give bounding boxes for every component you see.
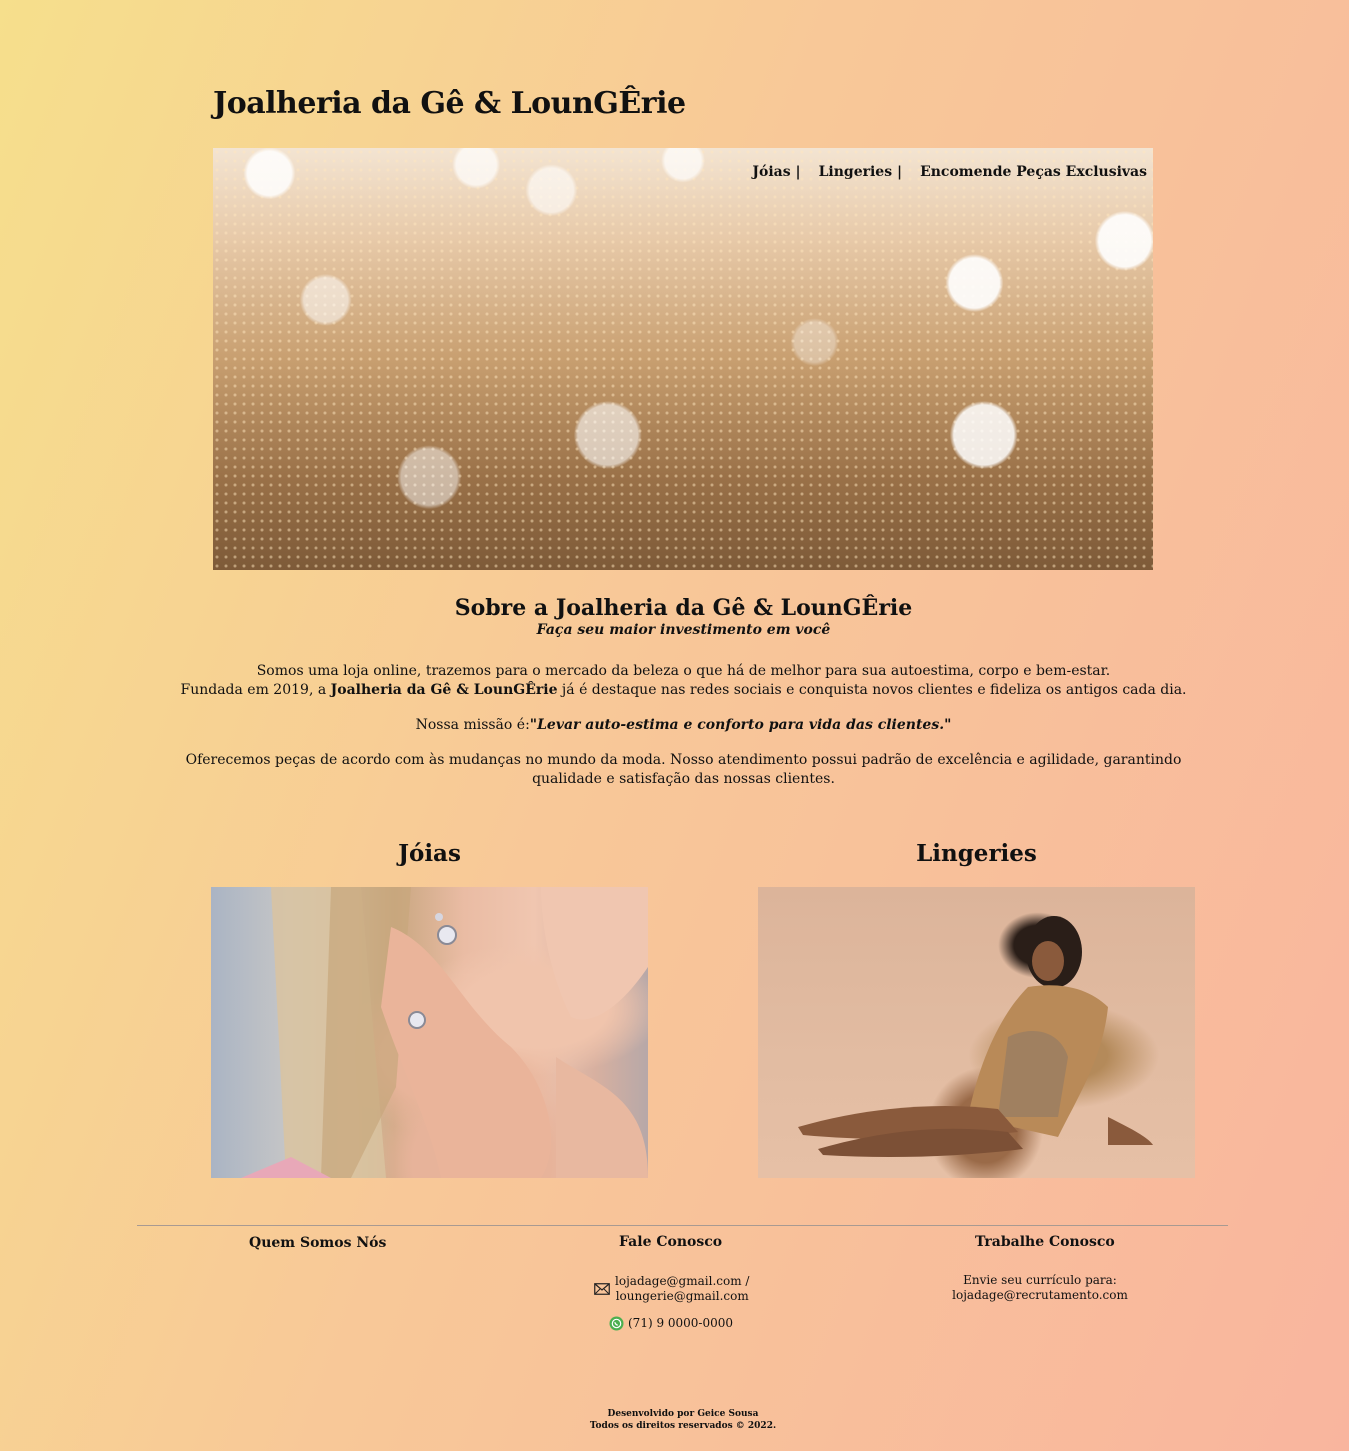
jewelry-photo-art <box>241 887 648 1178</box>
mission-label: Nossa missão é: <box>415 717 530 733</box>
about-offer-text: Oferecemos peças de acordo com às mudanç… <box>185 752 1182 787</box>
work-cta-text: Envie seu currículo para: <box>963 1273 1117 1287</box>
credit-developer: Desenvolvido por Geice Sousa <box>607 1409 759 1419</box>
site-title: Joalheria da Gê & LounGÊrie <box>213 86 686 121</box>
jewelry-title: Jóias <box>398 840 461 867</box>
about-intro-line-1: Somos uma loja online, trazemos para o m… <box>256 663 1111 679</box>
whatsapp-icon <box>609 1316 624 1331</box>
phone-number[interactable]: (71) 9 0000-0000 <box>628 1316 733 1331</box>
lingerie-photo[interactable] <box>758 887 1195 1178</box>
footer-work-text: Envie seu currículo para: lojadage@recru… <box>930 1273 1150 1303</box>
footer-email[interactable]: lojadage@gmail.com / loungerie@gmail.com <box>594 1274 749 1304</box>
about-intro-line-2: Fundada em 2019, a Joalheria da Gê & Lou… <box>150 681 1217 700</box>
email-link-loja[interactable]: lojadage@gmail.com / <box>615 1274 749 1289</box>
footer-phone[interactable]: (71) 9 0000-0000 <box>609 1316 733 1331</box>
nav-item-joias[interactable]: Jóias | <box>752 164 800 180</box>
lingerie-title: Lingeries <box>916 840 1037 867</box>
hero-banner: Jóias | Lingeries | Encomende Peças Excl… <box>213 148 1153 570</box>
work-email[interactable]: lojadage@recrutamento.com <box>930 1288 1150 1303</box>
email-addresses: lojadage@gmail.com / loungerie@gmail.com <box>615 1274 749 1304</box>
email-link-loungerie[interactable]: loungerie@gmail.com <box>615 1289 749 1304</box>
lingerie-photo-art <box>798 916 1153 1157</box>
jewelry-photo[interactable] <box>211 887 648 1178</box>
about-tagline: Faça seu maior investimento em você <box>536 622 831 638</box>
nav-item-encomende[interactable]: Encomende Peças Exclusivas <box>920 164 1147 180</box>
about-brand-name: Joalheria da Gê & LounGÊrie <box>330 682 558 698</box>
about-mission: Nossa missão é:"Levar auto-estima e conf… <box>150 716 1217 735</box>
about-highlight-text: já é destaque nas redes sociais e conqui… <box>557 682 1187 698</box>
footer-contact-heading: Fale Conosco <box>619 1234 723 1250</box>
mission-quote: "Levar auto-estima e conforto para vida … <box>529 717 952 733</box>
nav-item-lingeries[interactable]: Lingeries | <box>819 164 903 180</box>
envelope-icon <box>594 1283 610 1295</box>
footer-divider <box>137 1225 1228 1226</box>
footer-credits: Desenvolvido por Geice Sousa Todos os di… <box>483 1408 883 1432</box>
about-title: Sobre a Joalheria da Gê & LounGÊrie <box>454 595 913 621</box>
about-founded-text: Fundada em 2019, a <box>180 682 331 698</box>
credit-copyright: Todos os direitos reservados © 2022. <box>589 1421 777 1431</box>
footer-about-heading: Quem Somos Nós <box>249 1235 387 1251</box>
main-nav: Jóias | Lingeries | Encomende Peças Excl… <box>752 164 1147 180</box>
footer-work-heading: Trabalhe Conosco <box>975 1234 1115 1250</box>
about-section: Sobre a Joalheria da Gê & LounGÊrie Faça… <box>150 594 1217 789</box>
